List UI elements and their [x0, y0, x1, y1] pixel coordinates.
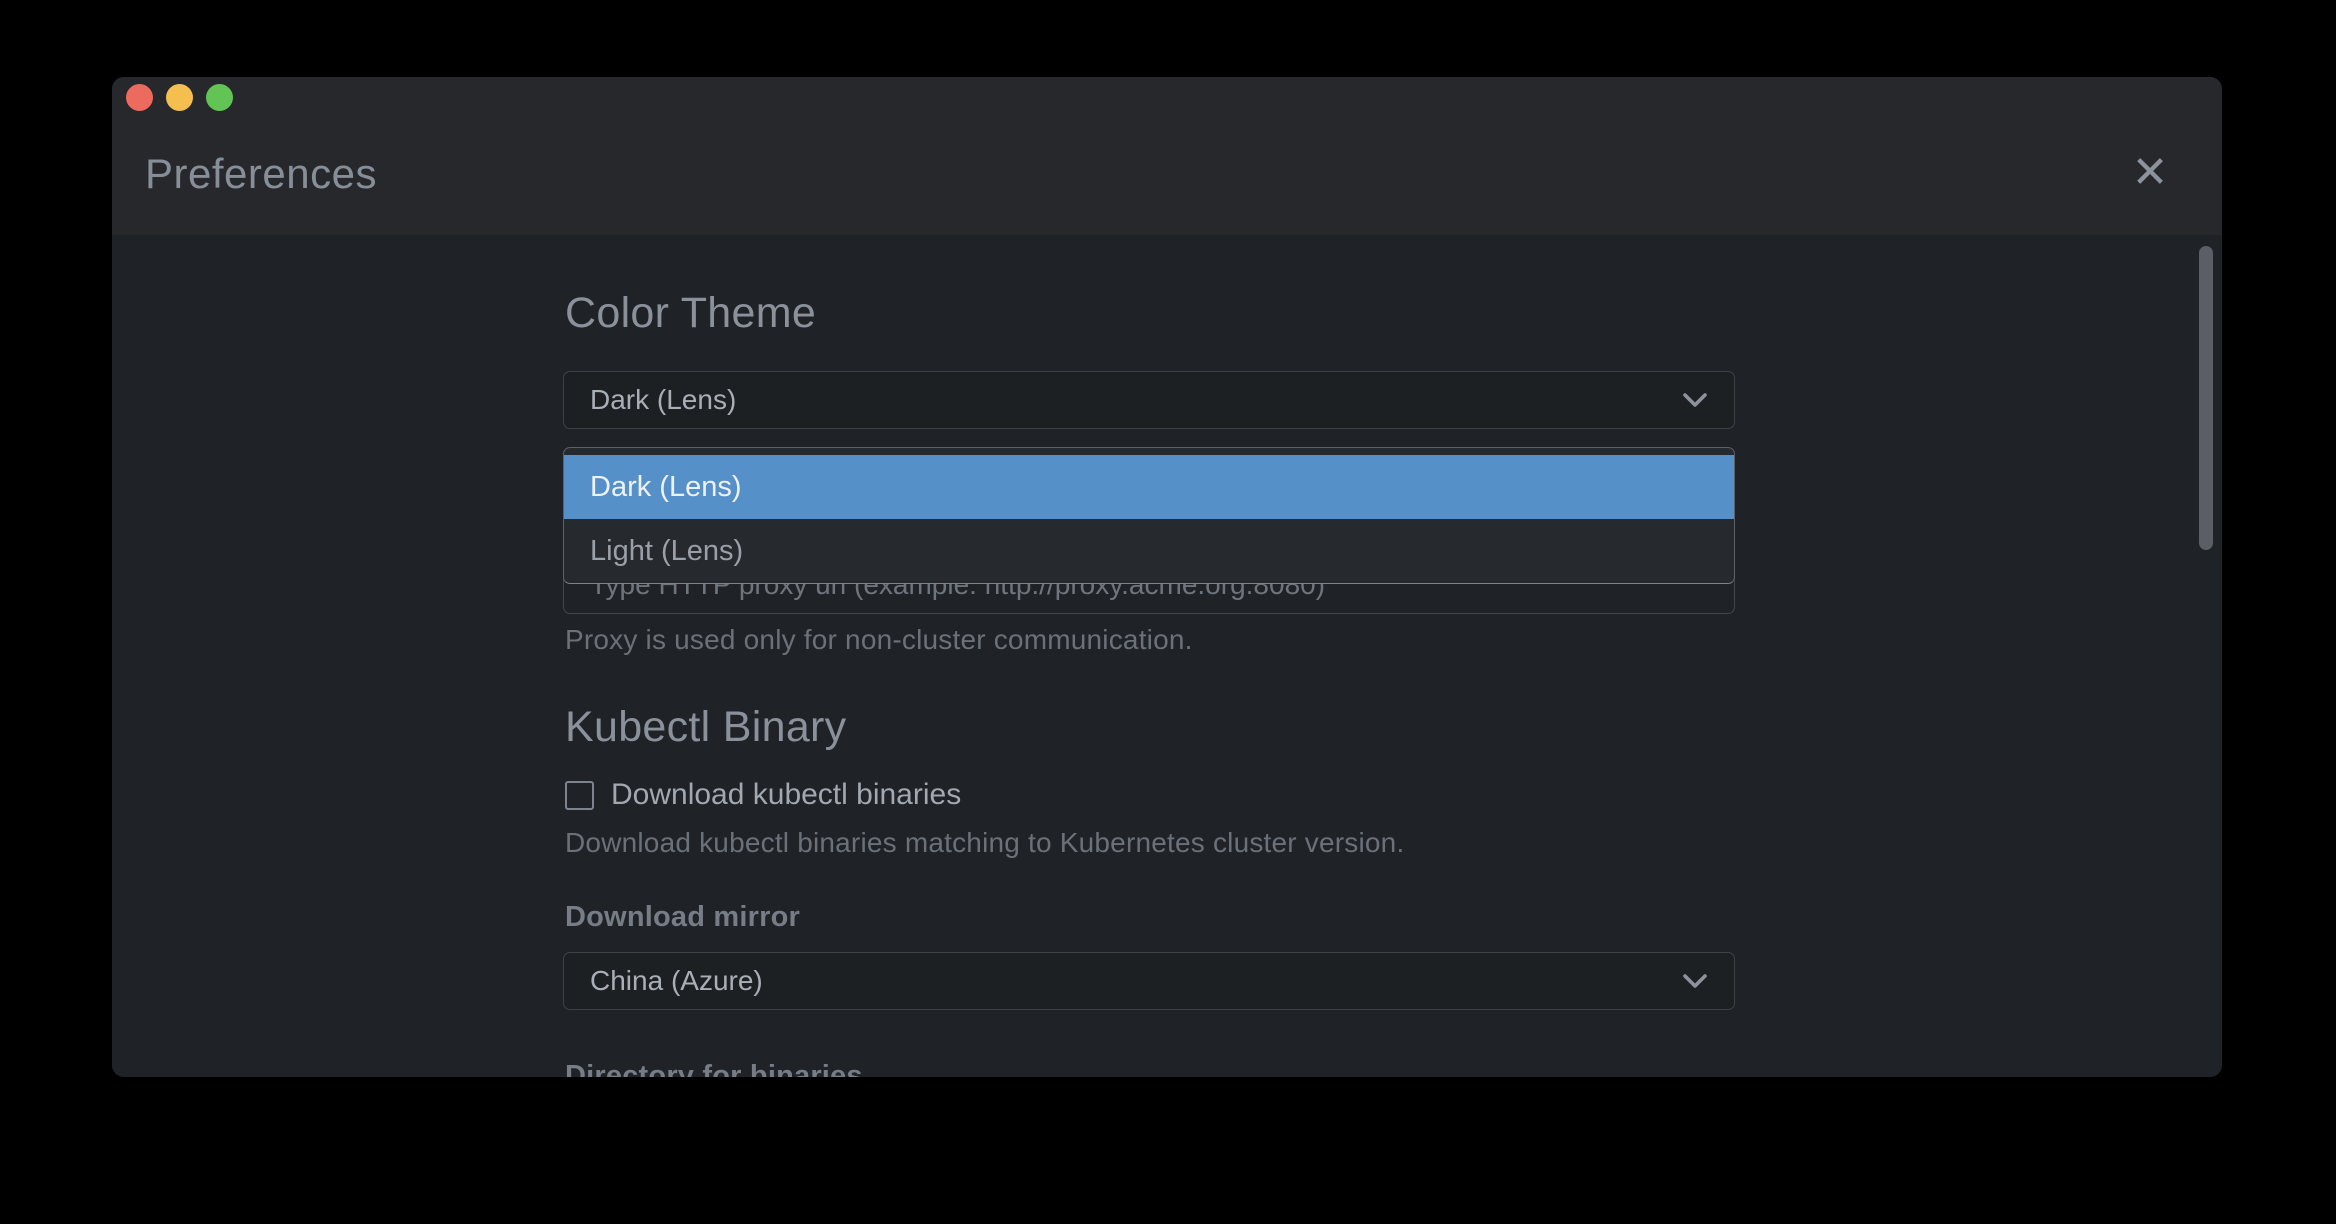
chevron-down-icon: [1682, 392, 1708, 408]
color-theme-select-value: Dark (Lens): [590, 384, 1682, 416]
minimize-traffic-light[interactable]: [166, 84, 193, 111]
zoom-traffic-light[interactable]: [206, 84, 233, 111]
close-icon[interactable]: ✕: [2126, 149, 2174, 197]
titlebar: Preferences ✕: [112, 77, 2222, 235]
download-kubectl-checkbox-row[interactable]: Download kubectl binaries: [565, 778, 961, 812]
chevron-down-icon: [1682, 973, 1708, 989]
dropdown-option-light-lens[interactable]: Light (Lens): [564, 519, 1734, 583]
dropdown-option-dark-lens[interactable]: Dark (Lens): [564, 455, 1734, 519]
checkbox-unchecked-icon[interactable]: [565, 781, 594, 810]
kubectl-binary-heading: Kubectl Binary: [565, 703, 846, 752]
page-title: Preferences: [145, 150, 377, 198]
color-theme-dropdown-menu: Dark (Lens) Light (Lens): [563, 447, 1735, 584]
close-traffic-light[interactable]: [126, 84, 153, 111]
download-mirror-select-value: China (Azure): [590, 965, 1682, 997]
traffic-lights: [126, 84, 233, 111]
proxy-hint-text: Proxy is used only for non-cluster commu…: [565, 624, 1193, 656]
color-theme-select[interactable]: Dark (Lens): [563, 371, 1735, 429]
settings-column: Color Theme Dark (Lens) Dark (Lens) Ligh…: [563, 235, 1735, 1077]
download-mirror-select[interactable]: China (Azure): [563, 952, 1735, 1010]
kubectl-description-text: Download kubectl binaries matching to Ku…: [565, 827, 1404, 859]
download-mirror-label: Download mirror: [565, 901, 800, 934]
directory-for-binaries-label: Directory for binaries: [565, 1060, 863, 1077]
preferences-content: Color Theme Dark (Lens) Dark (Lens) Ligh…: [112, 235, 2222, 1077]
download-kubectl-checkbox-label: Download kubectl binaries: [611, 778, 961, 812]
color-theme-heading: Color Theme: [565, 289, 816, 338]
preferences-window: Preferences ✕ Color Theme Dark (Lens) Da…: [112, 77, 2222, 1077]
scrollbar-thumb[interactable]: [2199, 246, 2213, 550]
